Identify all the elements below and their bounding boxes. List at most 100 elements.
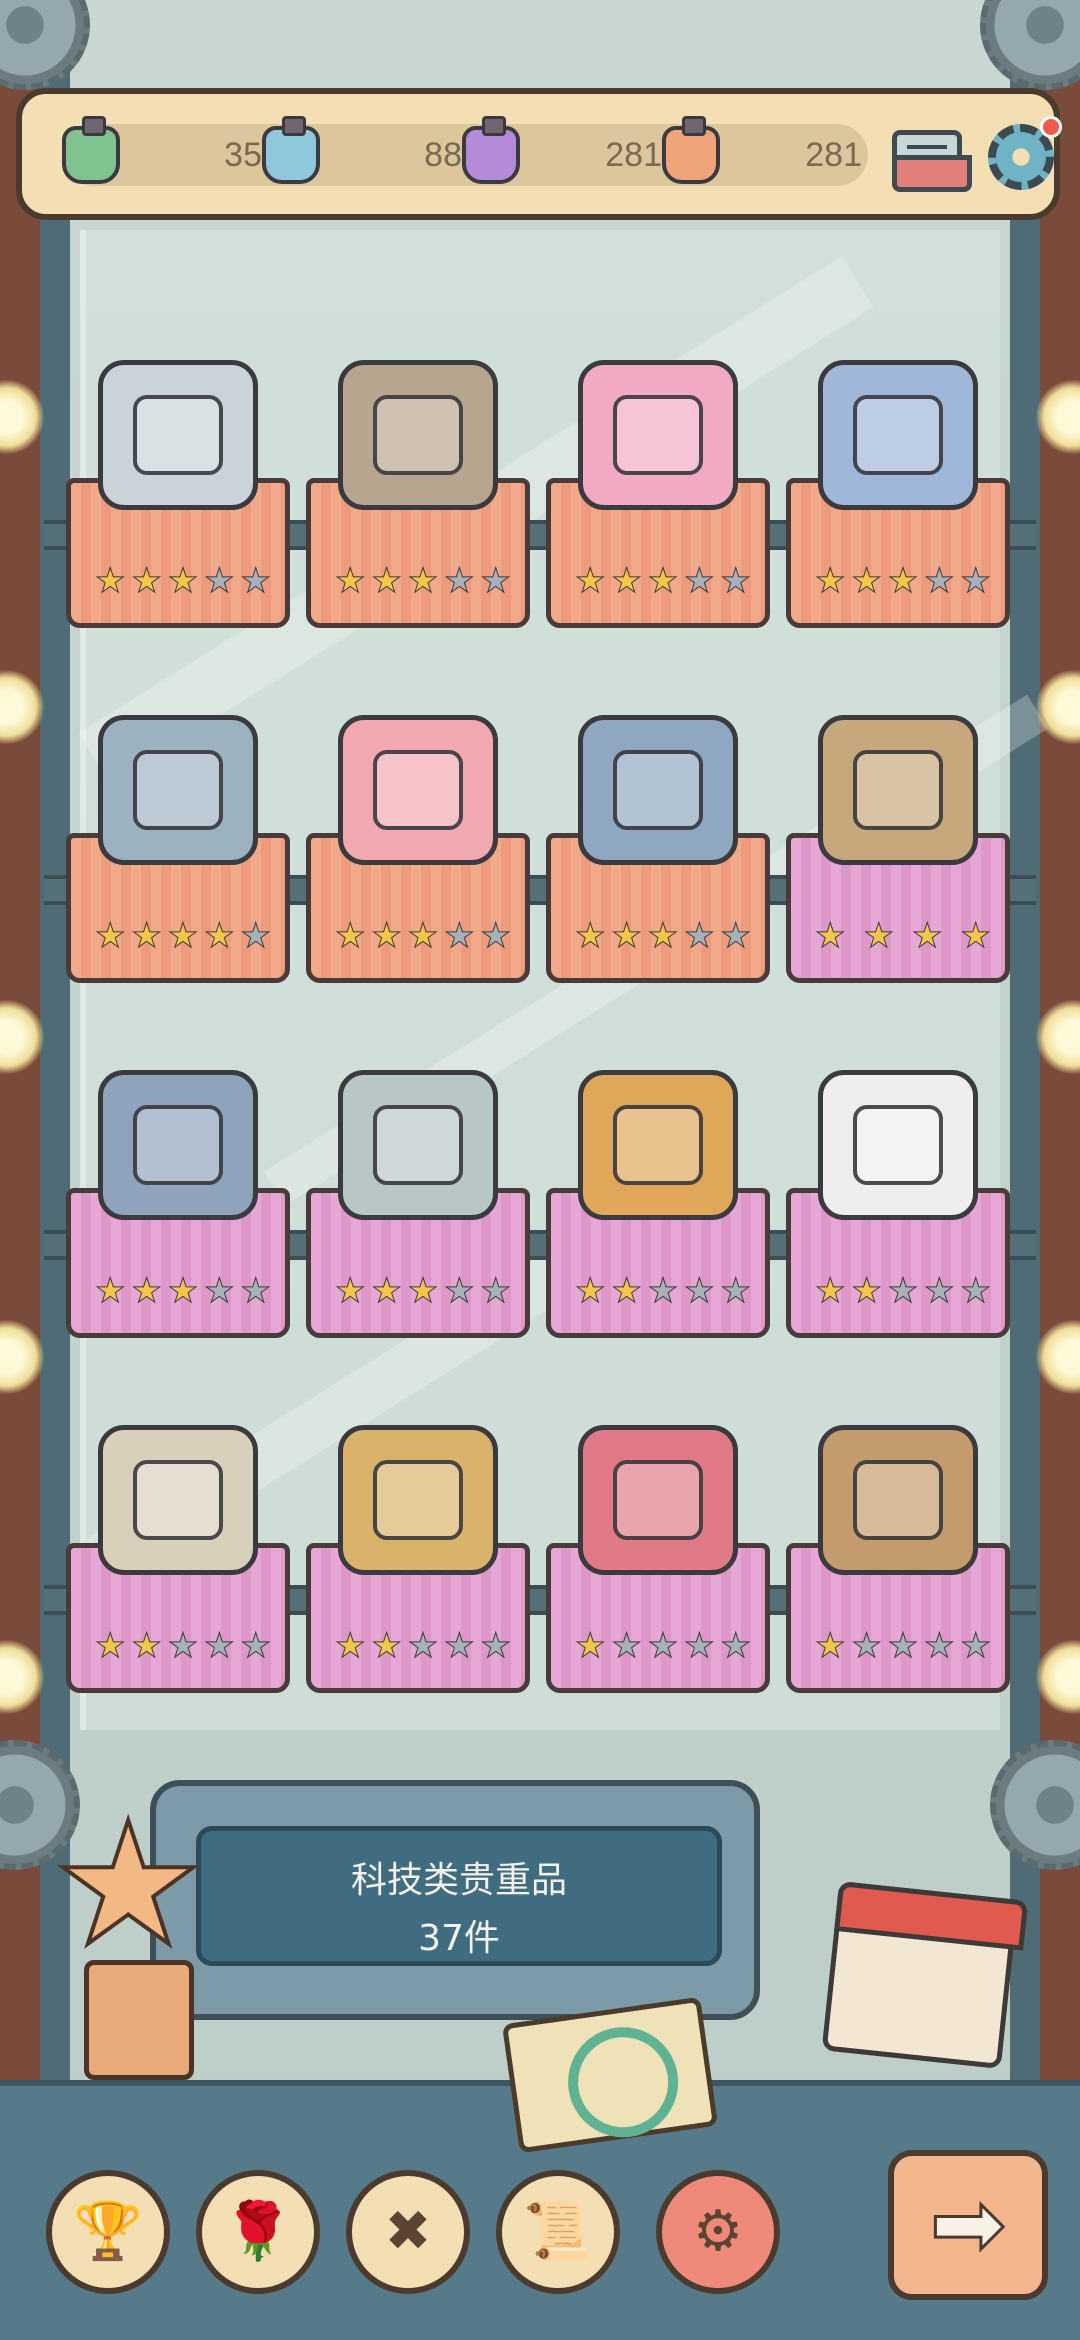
star-icon: ★ <box>371 561 403 602</box>
next-page-button[interactable]: ➡ <box>888 2150 1048 2300</box>
star-rating: ★ ★ ★ ★ ★ <box>814 1626 991 1667</box>
old-manual-book-icon <box>98 1070 258 1220</box>
star-icon: ★ <box>444 916 476 957</box>
star-icon: ★ <box>167 1271 199 1312</box>
nav-trophy-button[interactable]: 🏆 <box>46 2170 170 2294</box>
star-icon: ★ <box>167 916 199 957</box>
star-rating: ★ ★ ★ ★ ★ <box>574 916 752 957</box>
item-detail <box>613 395 703 475</box>
shelf-item-scientist-book[interactable]: ★ ★ ★ ★ ★ <box>786 360 1010 660</box>
star-icon: ★ <box>94 561 126 602</box>
shelf-item-test-tube[interactable]: ★ ★ ★ ★ ★ <box>546 1425 770 1725</box>
star-icon: ★ <box>684 1271 716 1312</box>
shelf-item-bulldozer-model[interactable]: ★ ★ ★ ★ ★ <box>66 1425 290 1725</box>
star-rating: ★ ★ ★ ★ ★ <box>574 1271 751 1312</box>
star-icon: ★ <box>647 1626 679 1667</box>
resource-count: 88 <box>424 136 462 174</box>
resource-orange: 281 <box>662 116 862 186</box>
nav-tools-button[interactable]: ✖ <box>346 2170 470 2294</box>
star-icon: ★ <box>720 916 752 957</box>
star-icon: ★ <box>647 1271 679 1312</box>
item-detail <box>373 395 463 475</box>
star-icon: ★ <box>334 916 366 957</box>
settings-button[interactable] <box>982 116 1062 196</box>
robot-arm-machine-icon <box>98 360 258 510</box>
star-icon: ★ <box>720 1626 752 1667</box>
star-icon: ★ <box>647 916 679 957</box>
star-icon: ★ <box>444 561 476 602</box>
star-icon: ★ <box>887 561 919 602</box>
star-rating: ★ ★ ★ ★ ★ <box>94 916 272 957</box>
star-icon: ★ <box>684 916 716 957</box>
star-icon: ★ <box>960 1271 992 1312</box>
item-detail <box>613 1460 703 1540</box>
star-icon: ★ <box>684 561 716 602</box>
resource-blue: 88 <box>262 116 462 186</box>
star-icon: ★ <box>94 1271 126 1312</box>
star-icon: ★ <box>407 561 439 602</box>
nav-scroll-button[interactable]: 📜 <box>496 2170 620 2294</box>
item-detail <box>373 1460 463 1540</box>
star-icon: ★ <box>240 916 272 957</box>
shelf-item-mechanical-heart-device[interactable]: ★ ★ ★ ★ ★ <box>66 715 290 1015</box>
shelf-item-walking-robot[interactable]: ★ ★ ★ ★ ★ <box>546 715 770 1015</box>
item-detail <box>133 750 223 830</box>
mechanical-heart-device-icon <box>98 715 258 865</box>
resource-track: 35 88 281 281 <box>62 116 868 186</box>
mail-button[interactable] <box>888 116 972 196</box>
rose-icon: 🌹 <box>223 2199 293 2264</box>
notification-dot <box>1040 116 1062 138</box>
item-detail <box>133 1460 223 1540</box>
star-rating: ★ ★ ★ ★ ★ <box>574 561 751 602</box>
star-icon: ★ <box>611 916 643 957</box>
star-icon: ★ <box>240 1626 272 1667</box>
star-icon: ★ <box>647 561 679 602</box>
star-icon: ★ <box>863 916 895 957</box>
star-icon: ★ <box>851 1626 883 1667</box>
test-tube-icon <box>578 1425 738 1575</box>
film-projector-icon <box>338 360 498 510</box>
nav-gear-button[interactable]: ⚙ <box>656 2170 780 2294</box>
star-rating: ★ ★ ★ ★ ★ <box>94 1626 272 1667</box>
cannon-gadget-icon <box>818 1425 978 1575</box>
star-icon: ★ <box>574 916 606 957</box>
shelf-item-dna-research-paper[interactable]: ★ ★ ★ ★ ★ <box>786 1070 1010 1370</box>
arrow-right-icon: ➡ <box>929 2171 1007 2279</box>
star-icon: ★ <box>611 561 643 602</box>
shelf-item-robot-arm-machine[interactable]: ★ ★ ★ ★ ★ <box>66 360 290 660</box>
gear-icon: ⚙ <box>692 2199 744 2264</box>
shelf-item-rubik-cube[interactable]: ★ ★ ★ ★ ★ <box>546 360 770 660</box>
star-rating: ★ ★ ★ ★ <box>814 916 991 957</box>
shelf-item-brain[interactable]: ★ ★ ★ ★ ★ <box>306 715 530 1015</box>
item-detail <box>853 395 943 475</box>
star-icon: ★ <box>407 916 439 957</box>
item-detail <box>613 750 703 830</box>
star-icon: ★ <box>204 1626 236 1667</box>
resource-count: 35 <box>224 136 262 174</box>
calendar-icon[interactable] <box>821 1881 1019 2069</box>
star-icon: ★ <box>480 561 512 602</box>
shelf-item-telescope-lens[interactable]: ★ ★ ★ ★ ★ <box>306 1070 530 1370</box>
star-icon: ★ <box>204 916 236 957</box>
star-icon: ★ <box>167 561 199 602</box>
star-icon: ★ <box>611 1626 643 1667</box>
brain-icon <box>338 715 498 865</box>
dna-research-paper-icon <box>818 1070 978 1220</box>
star-icon: ★ <box>887 1626 919 1667</box>
star-icon: ★ <box>407 1271 439 1312</box>
star-icon: ★ <box>574 561 606 602</box>
shelf-item-tesla-coil[interactable]: ★ ★ ★ ★ ★ <box>546 1070 770 1370</box>
shelf-item-film-projector[interactable]: ★ ★ ★ ★ ★ <box>306 360 530 660</box>
walking-robot-icon <box>578 715 738 865</box>
rubik-cube-icon <box>578 360 738 510</box>
star-icon: ★ <box>371 1271 403 1312</box>
star-rating: ★ ★ ★ ★ ★ <box>334 1271 511 1312</box>
star-icon: ★ <box>924 1271 956 1312</box>
shelf-item-miniature-building[interactable]: ★ ★ ★ ★ <box>786 715 1010 1015</box>
star-trophy-icon[interactable]: ★ <box>50 1798 206 1972</box>
shelf-item-abacus-machine[interactable]: ★ ★ ★ ★ ★ <box>306 1425 530 1725</box>
nav-rose-button[interactable]: 🌹 <box>196 2170 320 2294</box>
shelf-item-cannon-gadget[interactable]: ★ ★ ★ ★ ★ <box>786 1425 1010 1725</box>
shelf-item-old-manual-book[interactable]: ★ ★ ★ ★ ★ <box>66 1070 290 1370</box>
map-scroll-icon[interactable] <box>501 1996 719 2154</box>
